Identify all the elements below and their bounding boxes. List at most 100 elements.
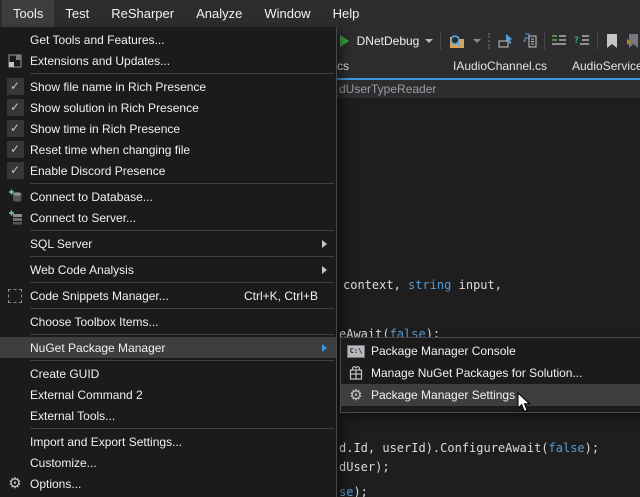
- run-icon: [340, 35, 349, 47]
- menubar-help[interactable]: Help: [322, 0, 371, 27]
- check-icon: ✓: [7, 141, 24, 158]
- tab-iaudiochannel[interactable]: IAudioChannel.cs: [453, 55, 547, 78]
- vs-window: DNetDebug: [0, 0, 640, 497]
- menu-item-sql-server[interactable]: SQL Server: [0, 233, 336, 254]
- code-text: dUser);: [339, 460, 390, 474]
- check-icon: ✓: [7, 78, 24, 95]
- menubar-tools[interactable]: Tools: [2, 0, 54, 27]
- menu-item-external-command-2[interactable]: External Command 2: [0, 384, 336, 405]
- find-in-files-button[interactable]: [448, 30, 466, 52]
- menu-item-nuget-package-manager[interactable]: NuGet Package Manager: [0, 337, 336, 358]
- format-lines-alt-icon: ?: [574, 34, 590, 48]
- menu-item-external-tools[interactable]: External Tools...: [0, 405, 336, 426]
- menu-item-options[interactable]: ⚙ Options...: [0, 473, 336, 494]
- toolbar-separator: [544, 32, 545, 50]
- menu-icon-slot: ✓: [0, 99, 30, 116]
- debug-config-dropdown[interactable]: DNetDebug: [357, 34, 434, 48]
- navigate-cursor-button[interactable]: [498, 30, 514, 52]
- format-lines-button[interactable]: [551, 30, 567, 52]
- menu-item-customize[interactable]: Customize...: [0, 452, 336, 473]
- menu-item-label: Import and Export Settings...: [30, 435, 182, 449]
- menubar-analyze[interactable]: Analyze: [185, 0, 253, 27]
- code-keyword: false: [549, 441, 585, 455]
- menu-separator: [30, 334, 334, 335]
- menu-item-connect-to-server[interactable]: Connect to Server...: [0, 207, 336, 228]
- menu-separator: [30, 308, 334, 309]
- check-icon: ✓: [7, 120, 24, 137]
- submenu-item-manage-nuget-packages[interactable]: Manage NuGet Packages for Solution...: [341, 362, 640, 384]
- menubar-resharper[interactable]: ReSharper: [100, 0, 185, 27]
- bookmark-next-button[interactable]: [626, 30, 640, 52]
- menu-item-label: Connect to Database...: [30, 190, 153, 204]
- format-lines-icon: [551, 34, 567, 48]
- find-dropdown-chevron-icon[interactable]: [473, 39, 481, 43]
- menu-item-extensions-and-updates[interactable]: Extensions and Updates...: [0, 50, 336, 71]
- menu-item-label: Enable Discord Presence: [30, 164, 165, 178]
- menu-item-label: Package Manager Console: [371, 344, 516, 358]
- menu-item-label: Extensions and Updates...: [30, 54, 170, 68]
- menu-item-shortcut: Ctrl+K, Ctrl+B: [244, 289, 336, 303]
- check-icon: ✓: [7, 162, 24, 179]
- menu-icon-slot: ✓: [0, 141, 30, 158]
- menu-icon-slot: ✓: [0, 162, 30, 179]
- menu-item-label: External Command 2: [30, 388, 143, 402]
- find-in-files-icon: [448, 33, 466, 49]
- menu-item-connect-to-database[interactable]: Connect to Database...: [0, 186, 336, 207]
- menu-item-label: Package Manager Settings: [371, 388, 515, 402]
- toolbar-drag-handle[interactable]: [488, 33, 491, 49]
- bookmark-edge-icon: [626, 33, 640, 49]
- menubar-window[interactable]: Window: [253, 0, 321, 27]
- extensions-icon: [0, 54, 30, 68]
- menu-item-web-code-analysis[interactable]: Web Code Analysis: [0, 259, 336, 280]
- menu-item-label: Connect to Server...: [30, 211, 136, 225]
- menu-item-label: Options...: [30, 477, 81, 491]
- navigate-cursor-icon: [498, 33, 514, 49]
- menu-item-show-file-name[interactable]: ✓ Show file name in Rich Presence: [0, 76, 336, 97]
- menu-item-get-tools-and-features[interactable]: Get Tools and Features...: [0, 29, 336, 50]
- editor-navigation-bar[interactable]: dUserTypeReader: [337, 80, 640, 98]
- menu-item-choose-toolbox-items[interactable]: Choose Toolbox Items...: [0, 311, 336, 332]
- code-line: dUser);: [339, 460, 390, 474]
- add-database-icon: [0, 189, 30, 204]
- console-icon-text: C:\: [347, 345, 365, 358]
- code-line: d.Id, userId).ConfigureAwait(false);: [339, 441, 599, 455]
- menu-icon-slot: ✓: [0, 120, 30, 137]
- gear-icon: ⚙: [0, 476, 30, 491]
- run-button[interactable]: [339, 30, 350, 52]
- svg-text:?: ?: [574, 36, 579, 46]
- menu-item-label: Code Snippets Manager...: [30, 289, 169, 303]
- menu-item-code-snippets-manager[interactable]: Code Snippets Manager... Ctrl+K, Ctrl+B: [0, 285, 336, 306]
- menu-item-label: Reset time when changing file: [30, 143, 190, 157]
- toolbar-separator: [440, 32, 441, 50]
- menu-item-reset-time[interactable]: ✓ Reset time when changing file: [0, 139, 336, 160]
- debug-config-label: DNetDebug: [357, 34, 420, 48]
- submenu-item-package-manager-settings[interactable]: ⚙ Package Manager Settings: [341, 384, 640, 406]
- code-text: d.Id, userId).ConfigureAwait(: [339, 441, 549, 455]
- copy-code-icon: [521, 33, 537, 49]
- code-snippets-icon: [0, 289, 30, 303]
- menu-separator: [30, 230, 334, 231]
- menu-item-label: Show solution in Rich Presence: [30, 101, 199, 115]
- menu-item-show-time[interactable]: ✓ Show time in Rich Presence: [0, 118, 336, 139]
- menu-item-label: Show time in Rich Presence: [30, 122, 180, 136]
- menu-separator: [30, 256, 334, 257]
- chevron-down-icon: [425, 39, 433, 43]
- gear-icon: ⚙: [341, 388, 371, 403]
- menu-item-show-solution[interactable]: ✓ Show solution in Rich Presence: [0, 97, 336, 118]
- submenu-arrow-icon: [322, 266, 327, 274]
- menubar-test[interactable]: Test: [54, 0, 100, 27]
- menu-item-label: Show file name in Rich Presence: [30, 80, 206, 94]
- copy-code-button[interactable]: [521, 30, 537, 52]
- bookmark-button[interactable]: [605, 30, 619, 52]
- menu-item-create-guid[interactable]: Create GUID: [0, 363, 336, 384]
- format-lines-alt-button[interactable]: ?: [574, 30, 590, 52]
- submenu-item-package-manager-console[interactable]: C:\ Package Manager Console: [341, 340, 640, 362]
- menu-item-import-export-settings[interactable]: Import and Export Settings...: [0, 431, 336, 452]
- menu-item-enable-discord-presence[interactable]: ✓ Enable Discord Presence: [0, 160, 336, 181]
- menu-item-label: External Tools...: [30, 409, 115, 423]
- tab-document-1[interactable]: cs: [337, 55, 349, 78]
- tab-audioservice[interactable]: AudioService.cs: [572, 55, 640, 78]
- toolbar-separator: [597, 32, 598, 50]
- menu-item-label: Manage NuGet Packages for Solution...: [371, 366, 582, 380]
- code-text: input,: [451, 278, 502, 292]
